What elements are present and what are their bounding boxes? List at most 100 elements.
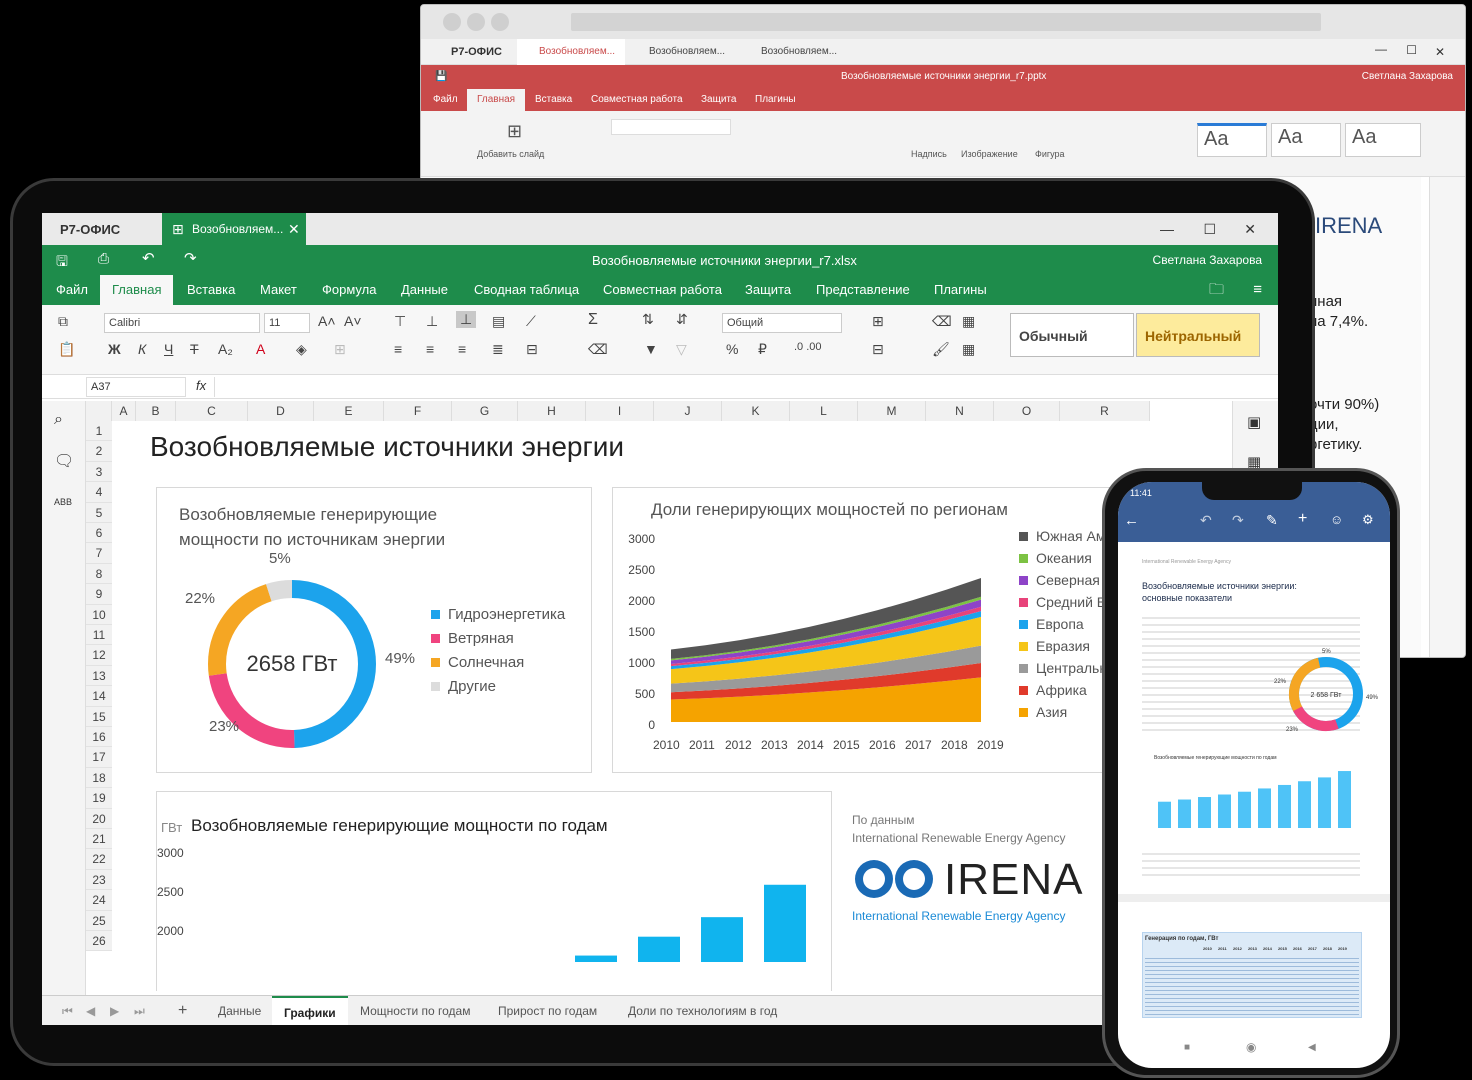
print-icon[interactable]: ⎙ (98, 250, 109, 267)
row-header[interactable]: 1 (86, 421, 112, 442)
sheet-tab-charts[interactable]: Графики (272, 996, 348, 1025)
filter-icon[interactable]: ▼ (644, 341, 658, 357)
column-header[interactable]: M (858, 401, 926, 421)
menu-plugins[interactable]: Плагины (934, 275, 987, 305)
column-header[interactable]: E (314, 401, 384, 421)
last-sheet-icon[interactable]: ⏭ (134, 996, 145, 1025)
row-header[interactable]: 19 (86, 788, 112, 809)
strike-icon[interactable]: Т (190, 341, 199, 357)
user-icon[interactable]: ☺ (1330, 512, 1343, 527)
bar-chart-card[interactable]: ГВт Возобновляемые генерирующие мощности… (156, 791, 832, 991)
row-header[interactable]: 5 (86, 502, 112, 523)
sheet-tab-capacity[interactable]: Мощности по годам (360, 996, 470, 1025)
percent-icon[interactable]: % (726, 341, 738, 357)
menu-insert[interactable]: Вставка (535, 89, 572, 111)
menu-pivot[interactable]: Сводная таблица (474, 275, 579, 305)
nav-back-icon[interactable]: ◀ (1308, 1042, 1316, 1053)
column-header[interactable]: I (586, 401, 654, 421)
column-header[interactable]: J (654, 401, 722, 421)
wrap-icon[interactable]: ▤ (492, 313, 505, 330)
menu-file[interactable]: Файл (56, 275, 88, 305)
maximize-icon[interactable]: ☐ (1406, 43, 1417, 57)
column-header[interactable]: A (112, 401, 136, 421)
edit-icon[interactable]: ✎ (1266, 512, 1278, 529)
cell-name-box[interactable]: A37 (86, 377, 186, 397)
menu-collab[interactable]: Совместная работа (591, 89, 683, 111)
delete-cells-icon[interactable]: ⊟ (872, 341, 884, 358)
minimize-icon[interactable]: — (1375, 42, 1387, 56)
format-painter-icon[interactable]: 🖌 (932, 341, 950, 358)
sort-asc-icon[interactable]: ⇅ (642, 311, 654, 328)
menu-data[interactable]: Данные (401, 275, 448, 305)
tab-document[interactable]: Возобновляем... (739, 39, 847, 65)
row-header[interactable]: 14 (86, 686, 112, 707)
decimal-icon[interactable]: .0 .00 (794, 341, 822, 353)
image-button[interactable]: Изображение (961, 149, 1018, 159)
font-grow-icon[interactable]: A˄ (318, 313, 336, 329)
column-header[interactable]: D (248, 401, 314, 421)
row-header[interactable]: 11 (86, 625, 112, 646)
row-header[interactable]: 15 (86, 706, 112, 727)
save-icon[interactable]: 💾 (435, 65, 447, 89)
close-icon[interactable]: ✕ (1435, 45, 1445, 59)
row-header[interactable]: 16 (86, 727, 112, 748)
style-neutral[interactable]: Нейтральный (1136, 313, 1260, 357)
menu-insert[interactable]: Вставка (187, 275, 235, 305)
column-header[interactable]: H (518, 401, 586, 421)
nav-square-icon[interactable]: ■ (1184, 1042, 1190, 1053)
prev-sheet-icon[interactable]: ◀ (86, 996, 95, 1025)
column-header[interactable]: O (994, 401, 1060, 421)
plus-icon[interactable]: ⊞ (507, 121, 522, 142)
font-size-select[interactable]: 11 (264, 313, 310, 333)
add-icon[interactable]: + (1298, 510, 1307, 528)
add-sheet-icon[interactable]: + (178, 996, 187, 1025)
search-icon[interactable]: ⌕ (54, 411, 63, 429)
sheet-tab-data[interactable]: Данные (218, 996, 261, 1025)
shape-button[interactable]: Фигура (1035, 149, 1065, 159)
theme-1[interactable]: Aa (1197, 123, 1267, 157)
row-header[interactable]: 3 (86, 461, 112, 483)
undo-icon[interactable]: ↶ (1200, 512, 1212, 529)
tab-presentation[interactable]: Возобновляем... (517, 39, 625, 65)
menu-plugins[interactable]: Плагины (755, 89, 796, 111)
menu-file[interactable]: Файл (433, 89, 458, 111)
area-chart-card[interactable]: Доли генерирующих мощностей по регионам … (612, 487, 1132, 773)
sheet-tab-shares[interactable]: Доли по технологиям в год (628, 996, 777, 1025)
currency-icon[interactable]: ₽ (758, 341, 767, 358)
menu-protect[interactable]: Защита (701, 89, 736, 111)
save-icon[interactable]: 🖫 (56, 251, 68, 275)
theme-2[interactable]: Aa (1271, 123, 1341, 157)
row-header[interactable]: 18 (86, 767, 112, 789)
row-header[interactable]: 17 (86, 747, 112, 768)
paste-icon[interactable]: 📋 (58, 341, 75, 358)
column-header[interactable]: C (176, 401, 248, 421)
row-header[interactable]: 8 (86, 563, 112, 585)
select-all-corner[interactable] (86, 401, 112, 421)
sum-icon[interactable]: Σ (588, 311, 598, 329)
bold-icon[interactable]: Ж (108, 341, 121, 357)
merge-icon[interactable]: ⊟ (526, 341, 538, 358)
fill-icon[interactable]: ◈ (296, 341, 307, 358)
settings-panel-icon[interactable]: ▣ (1247, 413, 1261, 431)
back-icon[interactable]: ← (1124, 512, 1139, 529)
column-header[interactable]: N (926, 401, 994, 421)
close-icon[interactable]: ✕ (1244, 221, 1256, 238)
copy-icon[interactable]: ⧉ (58, 313, 68, 330)
donut-chart-card[interactable]: Возобновляемые генерирующие мощности по … (156, 487, 592, 773)
first-sheet-icon[interactable]: ⏮ (62, 996, 73, 1025)
font-select[interactable] (611, 119, 731, 135)
menu-protect[interactable]: Защита (745, 275, 791, 305)
row-header[interactable]: 20 (86, 808, 112, 829)
row-header[interactable]: 6 (86, 523, 112, 544)
folder-icon[interactable]: 🗀 (1209, 275, 1224, 305)
window-dot[interactable] (491, 13, 509, 31)
row-header[interactable]: 10 (86, 604, 112, 625)
row-header[interactable]: 26 (86, 931, 112, 952)
underline-icon[interactable]: Ч (164, 341, 173, 357)
row-header[interactable]: 22 (86, 849, 112, 870)
row-header[interactable]: 13 (86, 665, 112, 687)
row-header[interactable]: 2 (86, 441, 112, 462)
address-bar[interactable] (571, 13, 1321, 31)
caption-button[interactable]: Надпись (911, 149, 947, 159)
window-dot[interactable] (443, 13, 461, 31)
